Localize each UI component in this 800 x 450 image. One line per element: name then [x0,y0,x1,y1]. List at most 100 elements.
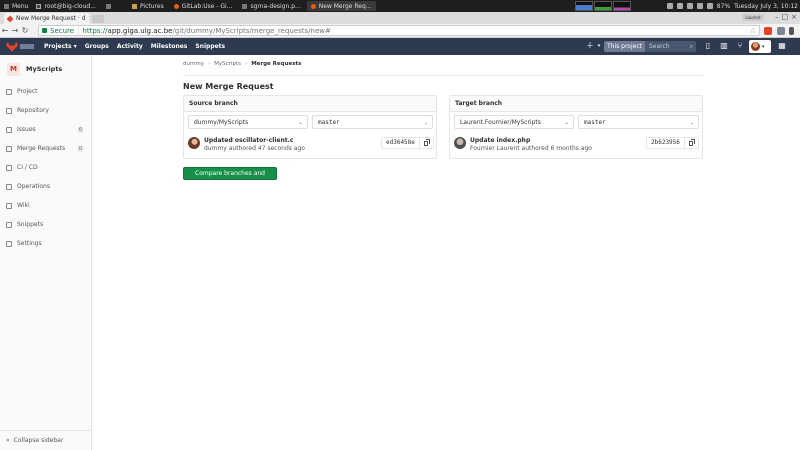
reload-icon[interactable]: ↻ [20,26,30,35]
taskbar-task-active[interactable]: New Merge Req... [306,1,376,11]
secure-label: Secure [50,26,75,35]
taskbar-task[interactable]: root@big-cloud... [32,1,99,11]
cloud-gear-icon [6,183,12,190]
gitlab-extension-icon[interactable] [764,27,772,35]
chevron-down-icon: ⌄ [424,118,428,126]
volume-icon[interactable] [696,3,703,9]
source-commit-title[interactable]: Updated oscillator-client.c [204,137,305,145]
header-nav: Projects ▾ Groups Activity Milestones Sn… [44,43,225,50]
address-bar[interactable]: Secure | https://app.giga.ulg.ac.be/git/… [38,25,760,36]
taskbar-task[interactable]: sgrna-design.p... [238,1,304,11]
source-project-value: dummy/MyScripts [194,118,249,126]
source-sha-label[interactable]: ed36458e [382,137,420,149]
main-content: dummy › MyScripts › Merge Requests New M… [92,55,800,450]
window-controls: – □ × [775,13,797,21]
issues-icon[interactable]: ▥ [720,42,728,50]
maximize-icon[interactable]: □ [782,13,789,21]
gitlab-favicon-icon [6,15,14,22]
taskbar-task-label: Pictures [139,2,164,10]
clock[interactable]: Tuesday July 3, 10:12 [734,3,798,10]
network-icon[interactable] [686,3,693,9]
sidebar-item-snippets[interactable]: Snippets [0,215,91,234]
copy-sha-button[interactable] [420,137,433,149]
source-branch-select[interactable]: master ⌄ [312,115,433,129]
avatar [751,42,760,51]
nav-snippets[interactable]: Snippets [195,43,225,50]
new-tab-button[interactable] [92,15,104,23]
sidebar-item-project[interactable]: Project [0,82,91,101]
bluetooth-icon[interactable] [676,3,683,9]
collapse-sidebar-button[interactable]: « Collapse sidebar [0,430,92,450]
browser-tab-title: New Merge Request · d [16,15,86,22]
nav-milestones[interactable]: Milestones [151,43,188,50]
sidebar-toggle-icon[interactable]: ▯ [704,42,712,50]
target-sha-label[interactable]: 2b623956 [647,137,685,149]
plus-icon[interactable]: ＋ [586,42,594,50]
os-menu-label: Menu [12,2,29,10]
browser-menu-icon[interactable] [789,27,794,35]
close-window-icon[interactable]: × [791,13,797,21]
rocket-icon [6,164,12,171]
firefox-icon [173,3,179,9]
target-commit-title[interactable]: Update index.php [470,137,592,145]
page-title: New Merge Request [183,82,274,91]
sidebar-item-issues[interactable]: Issues 0 [0,120,91,139]
shield-icon[interactable] [666,3,673,9]
sidebar-item-operations[interactable]: Operations [0,177,91,196]
search-input[interactable]: Search [645,43,670,50]
target-project-select[interactable]: Laurent.Fournier/MyScripts ⌄ [454,115,574,129]
breadcrumb: dummy › MyScripts › Merge Requests [183,61,301,67]
terminal-icon [36,3,42,9]
breadcrumb-link-myscripts[interactable]: MyScripts [214,61,241,67]
sidebar-item-wiki[interactable]: Wiki [0,196,91,215]
sidebar-item-ci-cd[interactable]: CI / CD [0,158,91,177]
sidebar-project[interactable]: M MyScripts [0,55,91,77]
browser-tab-active[interactable]: New Merge Request · d × [4,13,90,24]
help-icon[interactable]: ▦ [778,42,786,50]
merge-requests-icon[interactable]: ⑂ [736,42,744,50]
nav-groups[interactable]: Groups [85,43,109,50]
sidebar-item-label: Project [17,88,38,95]
breadcrumb-link-dummy[interactable]: dummy [183,61,204,67]
sidebar-item-repository[interactable]: Repository [0,101,91,120]
source-project-select[interactable]: dummy/MyScripts ⌄ [188,115,308,129]
gitlab-logo-icon[interactable] [6,41,18,52]
breadcrumb-current[interactable]: Merge Requests [251,61,301,67]
bookmark-star-icon[interactable]: ☆ [750,27,756,35]
chevron-down-icon: ⌄ [563,118,569,126]
target-branch-heading: Target branch [450,96,702,112]
sidebar-item-merge-requests[interactable]: Merge Requests 0 [0,139,91,158]
extension-icon[interactable] [777,27,785,35]
taskbar-task[interactable]: GitLab:Use - Gi... [170,1,237,11]
close-tab-icon[interactable]: × [89,15,90,22]
search-box[interactable]: This project Search ⌕ [604,41,696,52]
nav-activity[interactable]: Activity [117,43,143,50]
merge-requests-count-badge: 0 [76,145,84,152]
sidebar-item-label: Merge Requests [17,145,66,152]
double-chevron-left-icon: « [6,437,10,444]
os-taskbar: Menu root@big-cloud... Pictures GitLab:U… [0,0,800,12]
chevron-down-icon[interactable]: ▾ [595,42,603,50]
sidebar-item-settings[interactable]: Settings [0,234,91,253]
copy-sha-button[interactable] [685,137,698,149]
browser-user-chip[interactable]: Laurent [742,14,764,21]
sidebar-item-label: Snippets [17,221,44,228]
minimize-icon[interactable]: – [775,13,779,21]
browser-toolbar: ← → ↻ Secure | https://app.giga.ulg.ac.b… [0,24,800,38]
source-branch-heading: Source branch [184,96,436,112]
avatar [454,137,466,149]
taskbar-task[interactable] [102,1,126,11]
forward-arrow-icon[interactable]: → [10,26,20,35]
back-arrow-icon[interactable]: ← [0,26,10,35]
user-menu[interactable]: ▾ [749,40,771,53]
nav-projects[interactable]: Projects ▾ [44,43,77,50]
target-branch-select[interactable]: master ⌄ [578,115,699,129]
chevron-right-icon: › [207,61,211,67]
gitlab-wordmark[interactable] [20,44,34,49]
compare-branches-button[interactable]: Compare branches and continue [183,167,277,188]
target-branch-value: master [584,118,606,126]
sidebar-item-label: Repository [17,107,49,114]
taskbar-task[interactable]: Pictures [128,1,168,11]
copy-icon [424,140,429,146]
os-menu-button[interactable]: Menu [0,0,32,12]
